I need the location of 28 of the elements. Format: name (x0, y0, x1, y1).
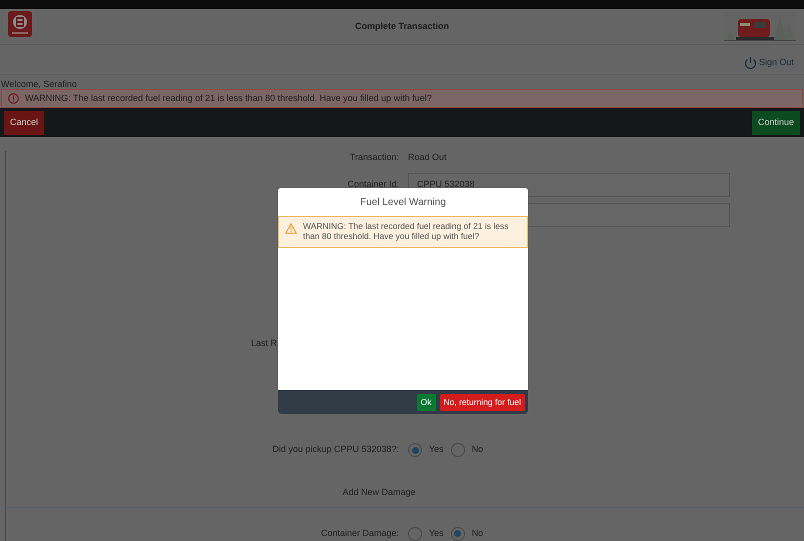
page-title: Complete Transaction (354, 20, 450, 33)
welcome-text: Welcome, Serafino (0, 78, 78, 89)
field-label: Last R (250, 336, 278, 350)
field-label: Transaction: (348, 151, 399, 164)
radio-button[interactable] (408, 526, 422, 540)
logo-icon (8, 11, 32, 37)
option-label: No (472, 443, 484, 456)
continue-button[interactable]: Continue (752, 110, 800, 134)
alert-text: WARNING: The last recorded fuel reading of 21 is less than 80 threshold. Have you filled up with fuel? (25, 92, 432, 105)
radio-button[interactable] (450, 526, 465, 540)
ok-button[interactable]: Ok (416, 394, 436, 410)
field-label: Container Damage: (320, 526, 399, 540)
modal-title: Fuel Level Warning (359, 196, 447, 210)
option-label: Yes (429, 526, 444, 540)
field-value: Road Out (408, 151, 448, 164)
warning-icon (285, 223, 297, 234)
cancel-button[interactable]: Cancel (4, 110, 44, 134)
option-label: Yes (429, 443, 444, 456)
return-button[interactable]: No, returning for fuel (440, 394, 525, 410)
radio-button[interactable] (450, 443, 465, 457)
power-icon (744, 56, 757, 70)
field-label: Did you pickup CPPU 532038?: (271, 443, 399, 456)
section-heading: Add New Damage (341, 486, 417, 499)
field-label: Container Id: (346, 178, 399, 191)
radio-button[interactable] (408, 443, 422, 457)
alert-icon (8, 93, 19, 104)
warning-text: WARNING: The last recorded fuel reading of 21 is less than 80 threshold. Have you filled up with fuel? (303, 222, 510, 242)
option-label: No (472, 526, 484, 540)
